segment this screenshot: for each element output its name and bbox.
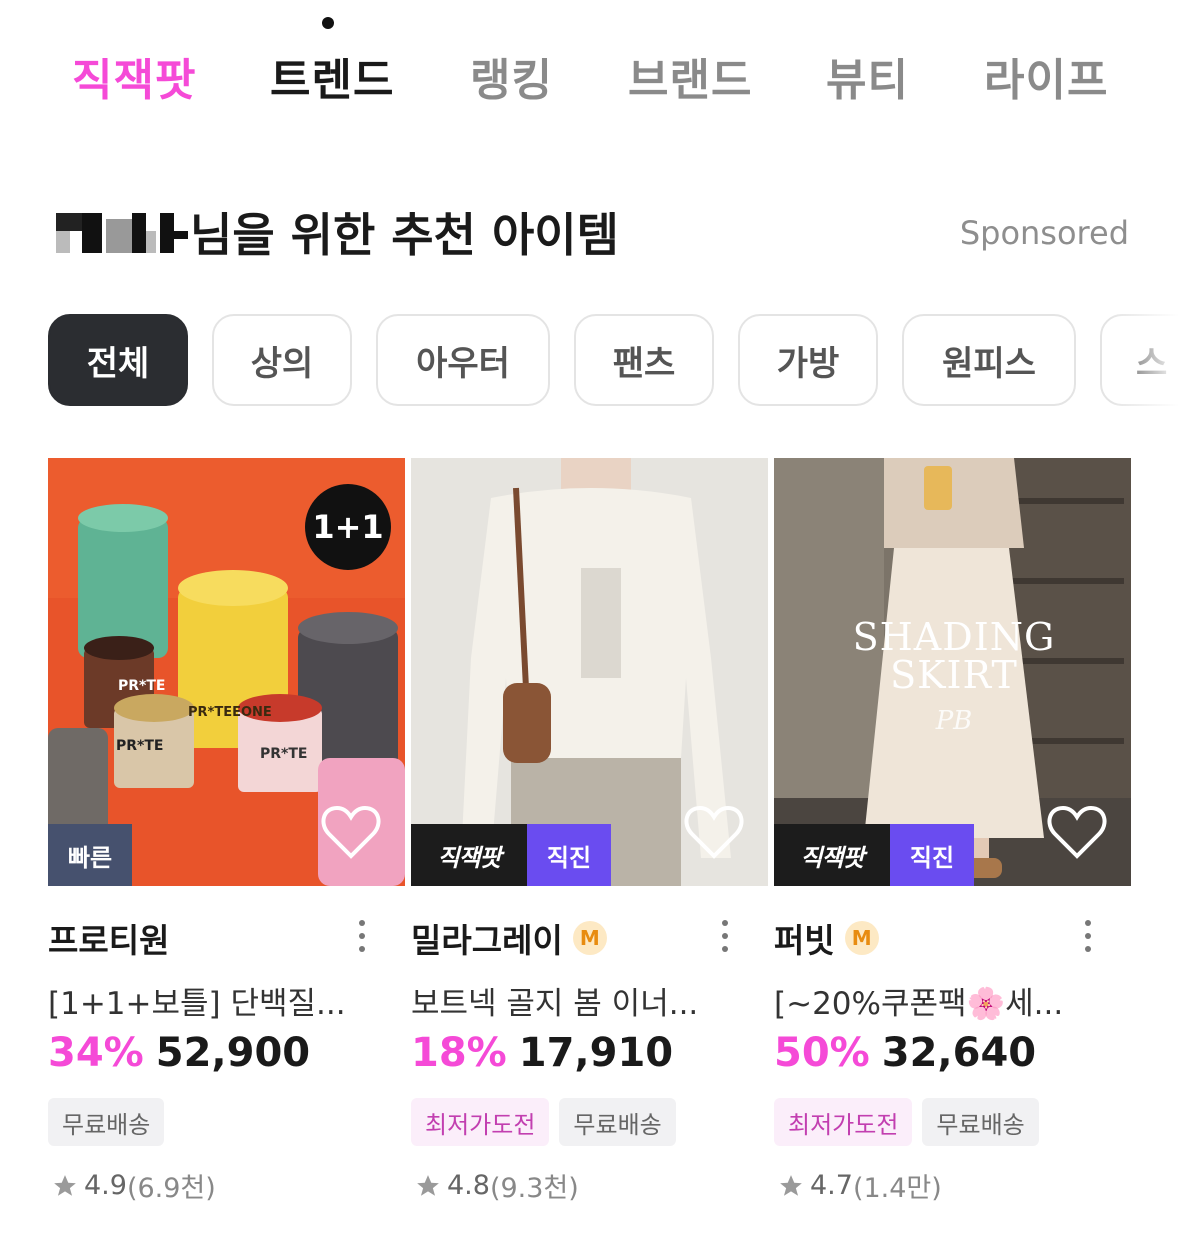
tab-brand[interactable]: 브랜드 <box>628 44 752 108</box>
free-shipping-badge: 무료배송 <box>559 1098 676 1146</box>
product-card[interactable]: 직잭팟 직진 밀라그레이 M 보트넥 골지 봄 이너... 18% 17,910… <box>411 458 768 1238</box>
tab-ranking[interactable]: 랭킹 <box>470 44 553 108</box>
rating-score: 4.7 <box>810 1170 853 1201</box>
more-options-icon[interactable] <box>1083 920 1093 960</box>
product-card[interactable]: PR*TE PR*TEEONE PR*TE PR*TE 1+1 빠른 프로티원 … <box>48 458 405 1238</box>
brand-row: 프로티원 <box>48 916 405 960</box>
tab-beauty[interactable]: 뷰티 <box>826 44 909 108</box>
sale-price: 32,640 <box>881 1030 1037 1076</box>
heart-icon[interactable] <box>321 804 381 860</box>
more-options-icon[interactable] <box>357 920 367 960</box>
rating-score: 4.8 <box>447 1170 490 1201</box>
benefit-badges: 최저가도전 무료배송 <box>774 1098 1049 1146</box>
category-chips: 전체 상의 아우터 팬츠 가방 원피스 스 <box>48 314 1179 410</box>
brand-name[interactable]: 밀라그레이 <box>411 914 563 962</box>
heart-icon[interactable] <box>1047 804 1107 860</box>
tab-trend[interactable]: 트렌드 <box>270 44 394 108</box>
direct-tag: 직진 <box>890 824 974 886</box>
sponsored-label: Sponsored <box>959 214 1129 252</box>
price-row: 34% 52,900 <box>48 1030 310 1082</box>
chip-tops[interactable]: 상의 <box>212 314 352 406</box>
product-image[interactable]: 직잭팟 직진 <box>411 458 768 886</box>
chip-all[interactable]: 전체 <box>48 314 188 406</box>
discount-rate: 18% <box>411 1030 507 1076</box>
more-options-icon[interactable] <box>720 920 730 960</box>
masked-username <box>56 209 188 255</box>
lowest-price-badge: 최저가도전 <box>411 1098 550 1146</box>
svg-text:PR*TE: PR*TE <box>118 678 165 694</box>
bundle-badge: 1+1 <box>305 484 391 570</box>
price-row: 50% 32,640 <box>774 1030 1036 1082</box>
brand-row: 밀라그레이 M <box>411 916 768 960</box>
chip-outerwear[interactable]: 아우터 <box>376 314 550 406</box>
brand-row: 퍼빗 M <box>774 916 1131 960</box>
fast-delivery-tag: 빠른 <box>48 824 132 886</box>
benefit-badges: 최저가도전 무료배송 <box>411 1098 686 1146</box>
product-name[interactable]: [~20%쿠폰팩🌸세... <box>774 978 1094 1023</box>
product-image[interactable]: SHADING SKIRT PB 직잭팟 직진 <box>774 458 1131 886</box>
tab-life[interactable]: 라이프 <box>984 44 1108 108</box>
svg-text:PR*TE: PR*TE <box>260 746 307 762</box>
exclusive-tag: 직잭팟 직진 <box>774 824 974 886</box>
jackpot-tag: 직잭팟 <box>411 824 527 886</box>
brand-name[interactable]: 프로티원 <box>48 914 169 962</box>
free-shipping-badge: 무료배송 <box>48 1098 165 1146</box>
star-icon <box>780 1174 802 1196</box>
chips-fade <box>1109 314 1179 410</box>
sale-price: 17,910 <box>518 1030 674 1076</box>
svg-text:PR*TEEONE: PR*TEEONE <box>188 705 272 720</box>
free-shipping-badge: 무료배송 <box>922 1098 1039 1146</box>
section-title: 님을 위한 추천 아이템 <box>190 208 619 262</box>
product-name[interactable]: [1+1+보틀] 단백질... <box>48 978 368 1023</box>
overlay-logo: PB <box>935 706 973 736</box>
section-heading: 님을 위한 추천 아이템 <box>56 200 619 264</box>
heart-icon[interactable] <box>684 804 744 860</box>
rating: 4.9 (6.9천) <box>52 1166 216 1205</box>
tab-jackpot[interactable]: 직잭팟 <box>72 44 196 108</box>
star-icon <box>417 1174 439 1196</box>
direct-tag: 직진 <box>527 824 611 886</box>
exclusive-tag: 직잭팟 직진 <box>411 824 611 886</box>
lowest-price-badge: 최저가도전 <box>774 1098 913 1146</box>
brand-name[interactable]: 퍼빗 <box>774 914 835 962</box>
sale-price: 52,900 <box>155 1030 311 1076</box>
product-image[interactable]: PR*TE PR*TEEONE PR*TE PR*TE 1+1 빠른 <box>48 458 405 886</box>
chip-pants[interactable]: 팬츠 <box>574 314 714 406</box>
jackpot-tag: 직잭팟 <box>774 824 890 886</box>
chip-dress[interactable]: 원피스 <box>902 314 1076 406</box>
top-tab-bar: 직잭팟 트렌드 랭킹 브랜드 뷰티 라이프 <box>0 0 1179 130</box>
page: 직잭팟 트렌드 랭킹 브랜드 뷰티 라이프 님을 위한 추천 아이템 Spons… <box>0 0 1179 1246</box>
active-tab-indicator-dot <box>322 17 334 29</box>
benefit-badges: 무료배송 <box>48 1098 174 1146</box>
discount-rate: 34% <box>48 1030 144 1076</box>
rating: 4.8 (9.3천) <box>415 1166 579 1205</box>
product-card[interactable]: SHADING SKIRT PB 직잭팟 직진 퍼빗 M [~20%쿠폰팩🌸세.… <box>774 458 1131 1238</box>
review-count: (1.4만) <box>852 1173 942 1204</box>
discount-rate: 50% <box>774 1030 870 1076</box>
star-icon <box>54 1174 76 1196</box>
review-count: (6.9천) <box>126 1173 216 1204</box>
review-count: (9.3천) <box>489 1173 579 1204</box>
chip-bags[interactable]: 가방 <box>738 314 878 406</box>
overlay-title: SHADING SKIRT <box>852 615 1056 697</box>
rating: 4.7 (1.4만) <box>778 1166 942 1205</box>
rating-score: 4.9 <box>84 1170 127 1201</box>
price-row: 18% 17,910 <box>411 1030 673 1082</box>
product-name[interactable]: 보트넥 골지 봄 이너... <box>411 978 731 1023</box>
member-badge-icon: M <box>572 921 607 955</box>
svg-text:PR*TE: PR*TE <box>116 738 163 754</box>
member-badge-icon: M <box>844 921 879 955</box>
